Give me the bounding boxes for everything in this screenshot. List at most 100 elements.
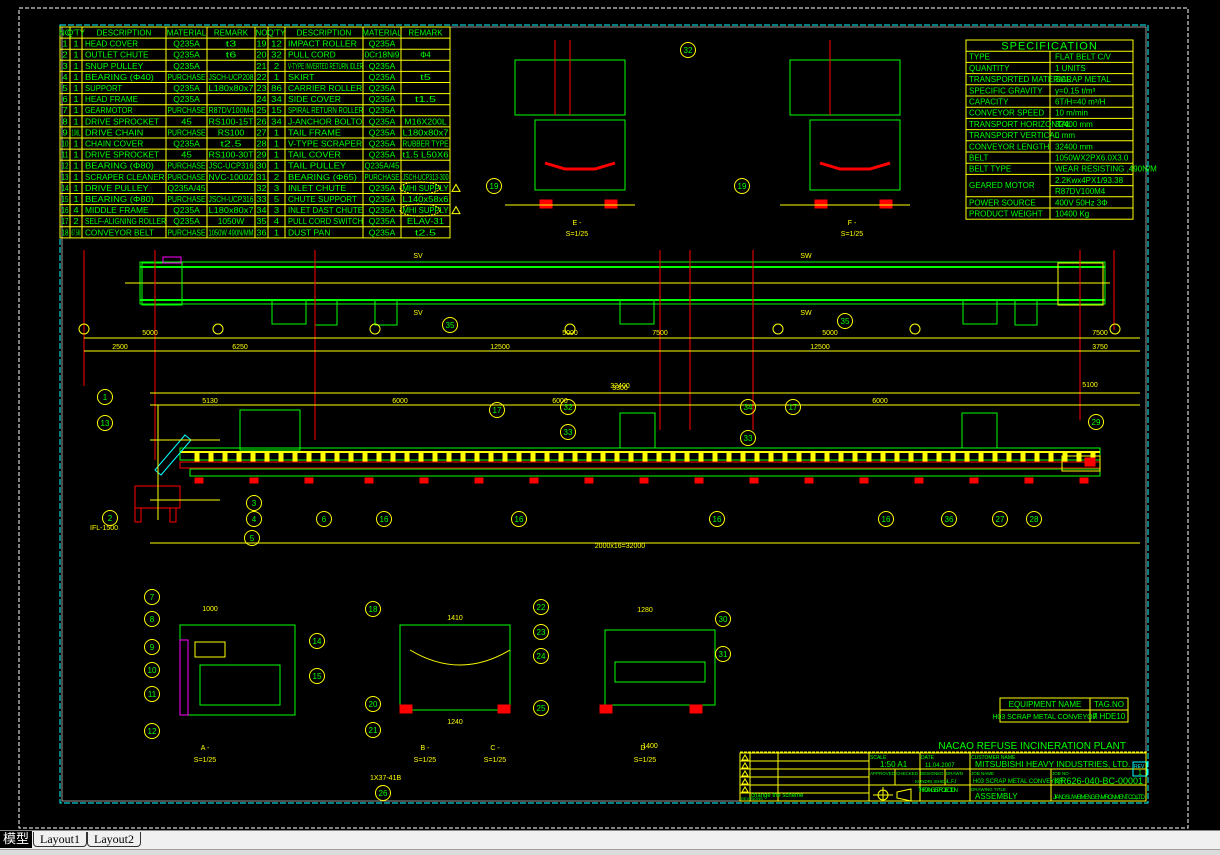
table-cell: INLET CHUTE [288, 184, 346, 193]
view-scale: S=1/25 [194, 757, 216, 764]
callout-number: 10 [148, 666, 157, 675]
tab-layout1[interactable]: Layout1 [33, 832, 87, 847]
spec-label: SPECIFIC GRAVITY [969, 86, 1043, 95]
drive-pulley [199, 664, 281, 706]
table-cell: RS100 [218, 128, 245, 137]
callout-number: 7 [150, 593, 155, 602]
spec-label: GEARED MOTOR [969, 181, 1035, 190]
tab-model[interactable]: 模型 [0, 831, 33, 848]
table-cell: 28 [257, 140, 268, 149]
carrier-roller [250, 452, 256, 462]
anchor-foot [1079, 477, 1089, 484]
table-cell: 12 [271, 40, 282, 49]
spec-value: 2.2Kwx4PX1/93.38 [1055, 176, 1124, 185]
horizontal-scrollbar[interactable] [0, 849, 1220, 855]
dimension-label: 5000 [142, 330, 158, 337]
table-header: MATERIAL [167, 29, 207, 38]
carrier-roller [698, 452, 704, 462]
head-end [141, 262, 183, 306]
gearmotor [194, 641, 226, 658]
carrier-roller [1062, 452, 1068, 462]
table-cell: Q235A [369, 95, 396, 104]
table-cell: 1 [73, 151, 79, 160]
table-cell: BEARING (Φ80) [85, 195, 154, 204]
table-cell: SELF-ALIGNING ROLLER [85, 217, 166, 226]
table-cell: Q235A/45 [168, 184, 207, 193]
leg [169, 507, 177, 523]
overall-length-dim: 32400 [610, 383, 630, 390]
table-cell: 24 [257, 95, 268, 104]
carrier-roller [992, 452, 998, 462]
foot [539, 199, 553, 209]
projection-cone-icon [896, 788, 912, 802]
dimension-label: 1410 [447, 615, 463, 622]
carrier-roller [348, 452, 354, 462]
dimension-label: 1000 [202, 606, 218, 613]
table-cell: Q235A [369, 228, 396, 237]
job-name: H03 SCRAP METAL CONVEYOR [973, 779, 1064, 785]
table-cell: Q235A [369, 128, 396, 137]
view-scale: S=1/25 [634, 757, 656, 764]
dimension-label: 6000 [392, 398, 408, 405]
callout-balloon: 21 [365, 722, 381, 738]
tab-layout2[interactable]: Layout2 [87, 832, 141, 847]
spec-label: TRANSPORT VERTICAL [969, 131, 1060, 140]
table-cell: CHAIN COVER [85, 140, 144, 149]
spec-value: 400V 50Hz 3Φ [1055, 198, 1108, 207]
carrier-roller [978, 452, 984, 462]
callout-number: 27 [996, 515, 1005, 524]
table-cell: HEAD COVER [85, 40, 138, 49]
spec-value: R87DV100M4 [1055, 187, 1106, 196]
table-cell: HEAD FRAME [85, 95, 138, 104]
callout-balloon: 19 [734, 178, 750, 194]
table-cell: 1 [73, 40, 79, 49]
dimension-label: 12500 [810, 344, 830, 351]
table-cell: 1 [274, 128, 280, 137]
frame-section [534, 119, 626, 191]
callout-balloon: 10 [144, 662, 160, 678]
callout-number: 2 [108, 514, 113, 523]
table-cell: J-ANCHOR BOLTO [288, 117, 362, 126]
anchor-foot [969, 477, 979, 484]
table-cell: Q235A [369, 106, 396, 115]
spec-value: FLAT BELT C/V [1055, 53, 1112, 62]
spec-label: QUANTITY [969, 64, 1010, 73]
callout-number: 24 [537, 652, 546, 661]
table-cell: 19 [257, 40, 268, 49]
callout-balloon: 16 [511, 511, 527, 527]
callout-balloon: 30 [715, 611, 731, 627]
dimension-label: 1400 [642, 743, 658, 750]
dimension-label: 1240 [447, 719, 463, 726]
spec-value: γ=0.15 t/m³ [1055, 86, 1096, 95]
table-cell: 1 [274, 151, 280, 160]
anchor-foot [859, 477, 869, 484]
table-cell: NVC-1000Z [209, 173, 254, 182]
carrier-roller [586, 452, 592, 462]
table-header: DESCRIPTION [97, 29, 152, 38]
callout-balloon: 35 [837, 313, 853, 329]
table-cell: Q235A [173, 217, 200, 226]
idler-trough [819, 161, 891, 171]
table-cell: t3 [226, 40, 237, 49]
spec-value: 0 mm [1055, 131, 1075, 140]
table-cell: 26 [257, 117, 268, 126]
anchor-foot [804, 477, 814, 484]
table-cell: 4 [73, 206, 79, 215]
sv-label: SV [413, 253, 423, 260]
callout-number: 36 [945, 515, 954, 524]
table-cell: 14 [62, 184, 69, 193]
carrier-roller [600, 452, 606, 462]
table-cell: 3 [62, 62, 68, 71]
cad-drawing-canvas[interactable]: NOQ'TY DESCRIPTION MATERIAL REMARK1 1 HEAD CO… [0, 0, 1220, 830]
carrier-roller [488, 452, 494, 462]
dimension-label: 12500 [490, 344, 510, 351]
dimension-label: 1280 [637, 607, 653, 614]
table-cell: 1 [73, 95, 79, 104]
table-cell: Q235A [369, 206, 396, 215]
table-cell: 30 [257, 162, 268, 171]
table-cell: DRIVE PULLEY [85, 184, 149, 193]
callout-number: 29 [1092, 418, 1101, 427]
table-cell: GEARMOTOR [85, 106, 133, 115]
table-cell: 45 [181, 117, 192, 126]
company-name: JIANGSU WEIMENG ENVIRONMENT CO.,LTD [1053, 795, 1146, 801]
